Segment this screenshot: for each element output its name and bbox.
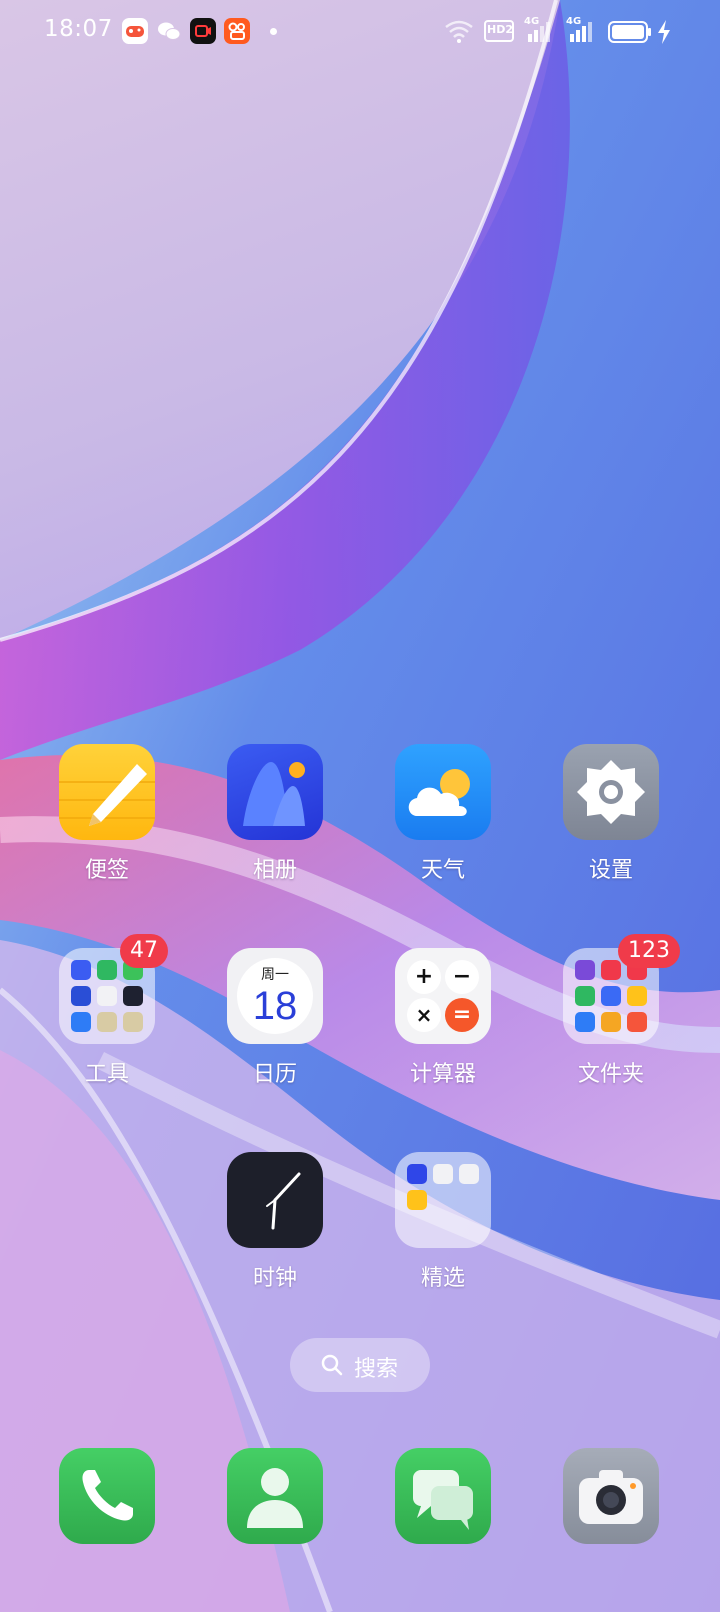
featured-folder-icon bbox=[395, 1152, 491, 1248]
app-clock[interactable]: 时钟 bbox=[209, 1152, 329, 1292]
app-photos[interactable]: 相册 bbox=[209, 744, 329, 884]
app-label: 天气 bbox=[420, 858, 465, 883]
app-tools-folder[interactable]: 47 工具 bbox=[41, 934, 168, 1088]
app-featured-folder[interactable]: 精选 bbox=[377, 1152, 497, 1292]
signal-1-icon: 4G bbox=[524, 16, 556, 48]
calendar-day: 18 bbox=[252, 984, 298, 1028]
app-calculator[interactable]: + − × = 计算器 bbox=[377, 948, 497, 1088]
app-label: 时钟 bbox=[252, 1266, 297, 1291]
app-calendar[interactable]: 周一 18 日历 bbox=[209, 948, 329, 1088]
messages-icon[interactable] bbox=[395, 1448, 491, 1544]
wechat-icon bbox=[156, 18, 182, 44]
hd-badge: HD2 bbox=[484, 20, 514, 42]
clock-time: 18:07 bbox=[44, 16, 113, 42]
status-bar: 18:07 HD2 4G 4G bbox=[0, 0, 720, 64]
contacts-icon[interactable] bbox=[227, 1448, 323, 1544]
wifi-icon bbox=[444, 18, 474, 48]
app-folder[interactable]: 123 文件夹 bbox=[545, 934, 680, 1088]
weather-icon bbox=[395, 744, 491, 840]
calculator-icon: + − × = bbox=[395, 948, 491, 1044]
app-weather[interactable]: 天气 bbox=[377, 744, 497, 884]
clock-icon bbox=[227, 1152, 323, 1248]
battery-icon bbox=[608, 21, 652, 47]
calendar-icon: 周一 18 bbox=[227, 948, 323, 1044]
search-icon bbox=[321, 1354, 343, 1376]
app-settings[interactable]: 设置 bbox=[545, 744, 665, 884]
notification-badge: 47 bbox=[120, 934, 168, 968]
app-notes[interactable]: 便签 bbox=[41, 744, 161, 884]
search-button[interactable]: 搜索 bbox=[290, 1338, 430, 1392]
photos-icon bbox=[227, 744, 323, 840]
app-label: 相册 bbox=[252, 858, 297, 883]
app-label: 工具 bbox=[84, 1062, 129, 1087]
phone-icon[interactable] bbox=[59, 1448, 155, 1544]
game-center-icon bbox=[122, 18, 148, 44]
settings-icon bbox=[563, 744, 659, 840]
search-label: 搜索 bbox=[354, 1357, 399, 1382]
charging-icon bbox=[656, 20, 672, 48]
app-label: 设置 bbox=[588, 858, 633, 883]
app-label: 便签 bbox=[84, 858, 129, 883]
notes-icon bbox=[59, 744, 155, 840]
signal-2-icon: 4G bbox=[566, 16, 598, 48]
app-label: 文件夹 bbox=[577, 1062, 644, 1087]
app-label: 日历 bbox=[252, 1062, 297, 1087]
more-notifications-dot bbox=[270, 28, 277, 35]
camera-icon[interactable] bbox=[563, 1448, 659, 1544]
calendar-weekday: 周一 bbox=[261, 967, 289, 983]
screen-record-icon bbox=[190, 18, 216, 44]
app-label: 精选 bbox=[420, 1266, 465, 1291]
app-label: 计算器 bbox=[409, 1062, 476, 1087]
notification-badge: 123 bbox=[618, 934, 680, 968]
kuaishou-icon bbox=[224, 18, 250, 44]
